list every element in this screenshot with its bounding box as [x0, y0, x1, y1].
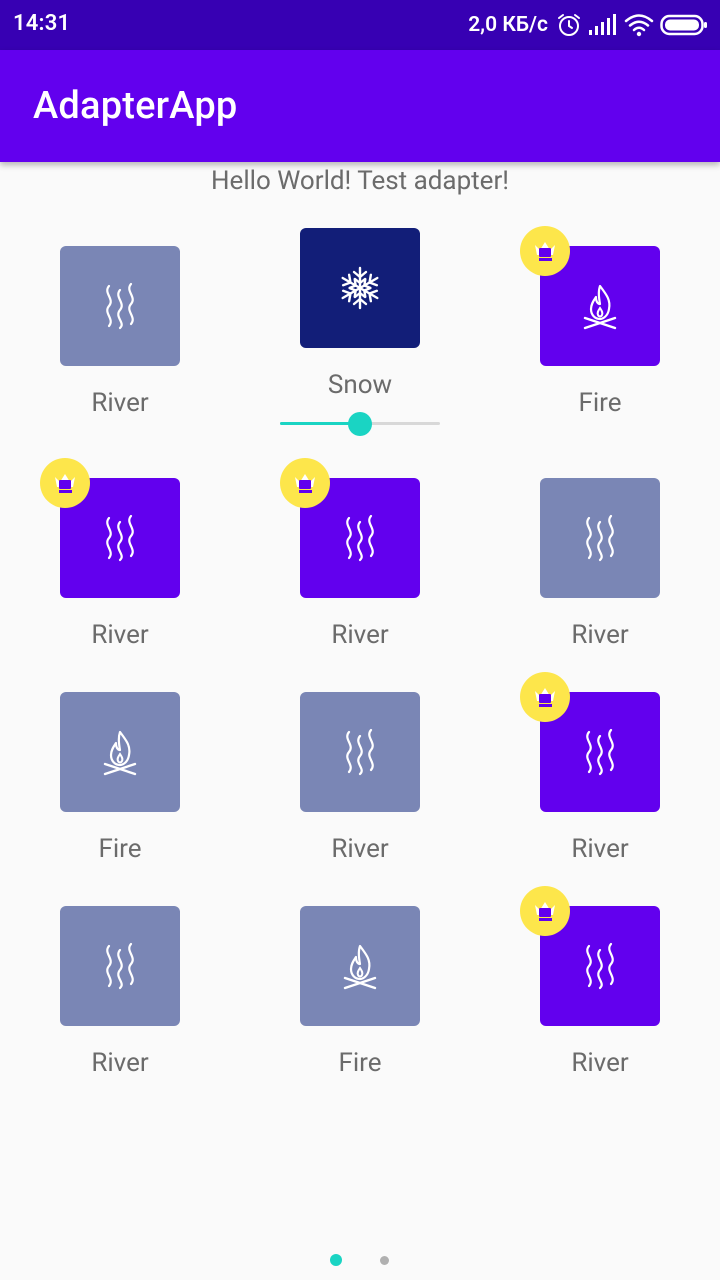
- item-label: Fire: [98, 834, 142, 864]
- item-label: Fire: [338, 1048, 382, 1078]
- app-title: AdapterApp: [33, 84, 238, 128]
- status-bar: 14:31 2,0 КБ/с: [0, 0, 720, 50]
- item-label: River: [331, 620, 389, 650]
- wifi-icon: [624, 13, 654, 37]
- item-tile[interactable]: [60, 246, 180, 366]
- crown-icon: [292, 471, 318, 495]
- crown-icon: [532, 899, 558, 923]
- river-icon: [100, 282, 140, 330]
- header-text: Hello World! Test adapter!: [211, 166, 509, 196]
- item-label: River: [571, 834, 629, 864]
- battery-icon: [660, 13, 708, 37]
- item-label: Snow: [327, 370, 393, 400]
- item-label: River: [91, 1048, 149, 1078]
- app-bar: AdapterApp: [0, 50, 720, 162]
- crown-icon: [532, 239, 558, 263]
- river-icon: [100, 942, 140, 990]
- premium-badge: [40, 458, 90, 508]
- signal-icon: [588, 14, 618, 36]
- item-label: River: [571, 620, 629, 650]
- fire-icon: [340, 942, 380, 990]
- river-icon: [580, 514, 620, 562]
- premium-badge: [520, 886, 570, 936]
- item-tile[interactable]: [300, 228, 420, 348]
- river-icon: [340, 514, 380, 562]
- item-label: River: [571, 1048, 629, 1078]
- snowflake-icon: [337, 265, 383, 311]
- slider-thumb[interactable]: [348, 412, 372, 436]
- item-label: River: [91, 620, 149, 650]
- item-label: Fire: [578, 388, 622, 418]
- river-icon: [580, 728, 620, 776]
- river-icon: [580, 942, 620, 990]
- alarm-icon: [556, 12, 582, 38]
- page-dot-active[interactable]: [330, 1254, 342, 1266]
- item-tile[interactable]: [300, 692, 420, 812]
- page-dot[interactable]: [379, 1255, 389, 1265]
- river-icon: [100, 514, 140, 562]
- crown-icon: [532, 685, 558, 709]
- status-time: 14:31: [13, 11, 71, 36]
- item-tile[interactable]: [540, 478, 660, 598]
- premium-badge: [520, 672, 570, 722]
- item-tile[interactable]: [60, 906, 180, 1026]
- item-slider[interactable]: [280, 412, 440, 436]
- status-indicators: 2,0 КБ/с: [468, 10, 708, 40]
- item-label: River: [331, 834, 389, 864]
- fire-icon: [580, 282, 620, 330]
- premium-badge: [280, 458, 330, 508]
- item-tile[interactable]: [60, 692, 180, 812]
- premium-badge: [520, 226, 570, 276]
- crown-icon: [52, 471, 78, 495]
- network-speed: 2,0 КБ/с: [468, 13, 548, 37]
- river-icon: [340, 728, 380, 776]
- item-tile[interactable]: [300, 906, 420, 1026]
- item-label: River: [91, 388, 149, 418]
- fire-icon: [100, 728, 140, 776]
